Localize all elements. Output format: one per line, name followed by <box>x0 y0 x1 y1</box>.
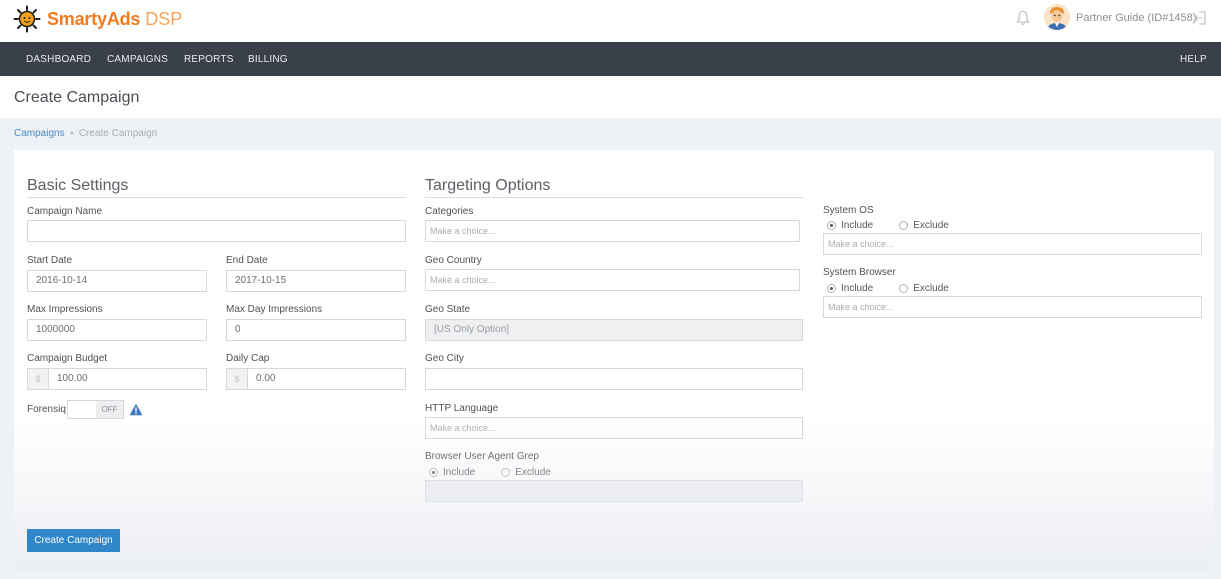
budget-currency-addon: $ <box>27 368 49 390</box>
form-panel <box>14 150 1214 570</box>
breadcrumb: Campaigns ● Create Campaign <box>14 128 157 139</box>
browser-ua-grep-include-radio[interactable] <box>429 468 438 477</box>
max-impressions-label: Max Impressions <box>27 304 103 315</box>
max-day-impressions-label: Max Day Impressions <box>226 304 323 315</box>
geo-state-select: [US Only Option] <box>425 319 803 341</box>
logout-icon[interactable] <box>1193 10 1207 26</box>
max-impressions-input[interactable]: 1000000 <box>27 319 207 341</box>
daily-cap-currency-addon: $ <box>226 368 248 390</box>
system-browser-radio-group: Include Exclude <box>827 283 949 294</box>
system-os-radio-group: Include Exclude <box>827 220 949 231</box>
bell-icon[interactable] <box>1016 10 1030 26</box>
breadcrumb-campaigns-link[interactable]: Campaigns <box>14 128 65 139</box>
brand-product: DSP <box>145 8 183 29</box>
campaign-budget-label: Campaign Budget <box>27 353 108 364</box>
categories-select[interactable]: Make a choice... <box>425 220 800 242</box>
browser-ua-grep-exclude-label[interactable]: Exclude <box>515 467 551 478</box>
geo-country-label: Geo Country <box>425 255 482 266</box>
forensiq-toggle[interactable]: OFF <box>67 400 124 419</box>
daily-cap-input[interactable]: 0.00 <box>247 368 406 390</box>
system-os-exclude-radio[interactable] <box>899 221 909 230</box>
nav-campaigns[interactable]: CAMPAIGNS <box>107 54 168 65</box>
campaign-name-label: Campaign Name <box>27 206 103 217</box>
brand-logo[interactable]: SmartyAds DSP <box>13 5 182 33</box>
end-date-input[interactable]: 2017-10-15 <box>226 270 406 292</box>
browser-ua-grep-exclude-radio[interactable] <box>501 468 511 477</box>
nav-dashboard[interactable]: DASHBOARD <box>26 54 91 65</box>
page-title: Create Campaign <box>14 89 140 106</box>
system-browser-label: System Browser <box>823 267 896 278</box>
geo-city-input[interactable] <box>425 368 803 390</box>
end-date-label: End Date <box>226 255 268 266</box>
brand-name: SmartyAds <box>47 8 141 29</box>
nav-billing[interactable]: BILLING <box>248 54 288 65</box>
basic-settings-title: Basic Settings <box>27 177 406 198</box>
forensiq-toggle-state: OFF <box>96 401 123 418</box>
daily-cap-label: Daily Cap <box>226 353 270 364</box>
geo-state-label: Geo State <box>425 304 471 315</box>
main-nav: DASHBOARD CAMPAIGNS REPORTS BILLING HELP <box>0 42 1221 76</box>
user-name[interactable]: Partner Guide (ID#1458) <box>1076 12 1196 24</box>
breadcrumb-current: Create Campaign <box>78 128 158 139</box>
create-campaign-button[interactable]: Create Campaign <box>27 529 120 552</box>
http-language-label: HTTP Language <box>425 403 499 414</box>
system-browser-exclude-radio[interactable] <box>899 284 909 293</box>
page-header: Create Campaign <box>0 76 1221 118</box>
start-date-label: Start Date <box>27 255 73 266</box>
http-language-select[interactable]: Make a choice... <box>425 417 803 439</box>
system-os-label: System OS <box>823 205 874 216</box>
geo-country-select[interactable]: Make a choice... <box>425 269 800 291</box>
max-day-impressions-input[interactable]: 0 <box>226 319 406 341</box>
browser-ua-grep-include-label[interactable]: Include <box>443 467 475 478</box>
nav-reports[interactable]: REPORTS <box>184 54 234 65</box>
geo-city-label: Geo City <box>425 353 464 364</box>
system-browser-include-radio[interactable] <box>827 284 836 293</box>
targeting-options-title: Targeting Options <box>425 177 803 198</box>
forensiq-label: Forensiq <box>27 404 66 415</box>
top-bar: SmartyAds DSP Partner Guide (ID#1458) <box>0 0 1221 42</box>
system-os-exclude-label[interactable]: Exclude <box>913 220 949 231</box>
campaign-name-input[interactable] <box>27 220 406 242</box>
system-browser-select[interactable]: Make a choice... <box>823 296 1202 318</box>
sun-logo-icon <box>13 5 41 33</box>
categories-label: Categories <box>425 206 474 217</box>
system-os-include-label[interactable]: Include <box>841 220 873 231</box>
system-browser-include-label[interactable]: Include <box>841 283 873 294</box>
breadcrumb-separator-icon: ● <box>69 130 74 137</box>
user-avatar-icon[interactable] <box>1044 4 1070 30</box>
system-os-select[interactable]: Make a choice... <box>823 233 1202 255</box>
warning-icon[interactable] <box>129 403 143 416</box>
start-date-input[interactable]: 2016-10-14 <box>27 270 207 292</box>
browser-ua-grep-radio-group: Include Exclude <box>429 467 551 478</box>
nav-help[interactable]: HELP <box>1180 54 1207 65</box>
system-browser-exclude-label[interactable]: Exclude <box>913 283 949 294</box>
campaign-budget-input[interactable]: 100.00 <box>48 368 207 390</box>
browser-ua-grep-label: Browser User Agent Grep <box>425 451 539 462</box>
browser-ua-grep-input[interactable] <box>425 480 803 502</box>
system-os-include-radio[interactable] <box>827 221 836 230</box>
